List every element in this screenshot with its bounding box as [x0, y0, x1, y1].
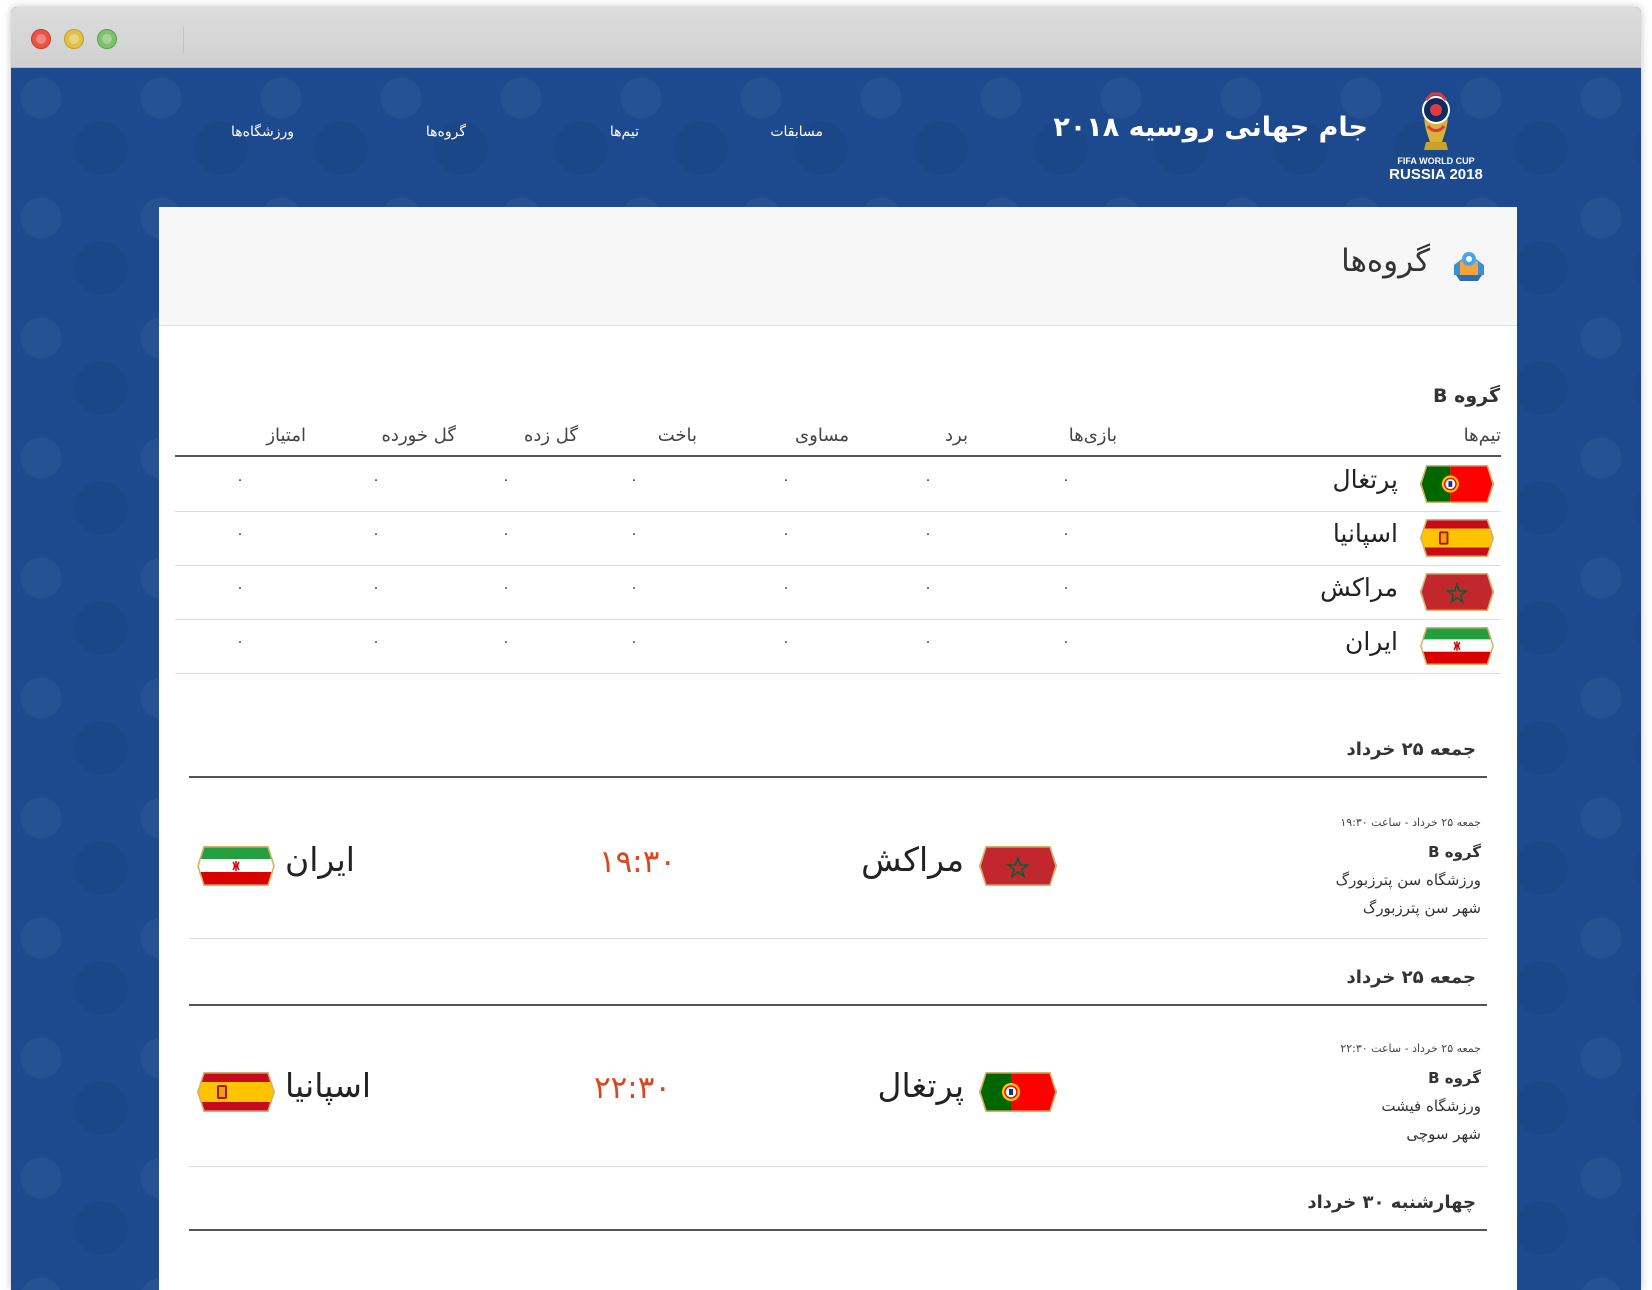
match-date: جمعه ۲۵ خرداد - ساعت ۲۲:۳۰ — [1340, 1042, 1481, 1055]
away-team-name[interactable]: ایران — [285, 840, 355, 879]
cell-goals-against: ۰ — [372, 580, 380, 596]
spain-flag-icon — [1418, 519, 1496, 557]
cell-goals-for: ۰ — [502, 580, 510, 596]
col-lost: باخت — [657, 425, 697, 446]
cell-won: ۰ — [924, 526, 932, 542]
cell-played: ۰ — [1062, 526, 1070, 542]
table-row[interactable]: پرتغال ۰ ۰ ۰ ۰ ۰ ۰ ۰ — [175, 457, 1501, 512]
table-row[interactable]: ایران ۰ ۰ ۰ ۰ ۰ ۰ ۰ — [175, 619, 1501, 674]
browser-window: FIFA WORLD CUP RUSSIA 2018 جام جهانی روس… — [11, 7, 1641, 1290]
match-card[interactable]: جمعه ۲۵ خرداد - ساعت ۲۲:۳۰ گروه B ورزشگا… — [189, 1006, 1487, 1167]
table-row[interactable]: اسپانیا ۰ ۰ ۰ ۰ ۰ ۰ ۰ — [175, 511, 1501, 566]
page-header: گروه‌ها — [159, 207, 1517, 326]
nav-stadiums[interactable]: ورزشگاه‌ها — [231, 124, 294, 140]
nav-matches[interactable]: مسابقات — [770, 124, 823, 140]
logo-text-fifa: FIFA WORLD CUP — [1397, 156, 1475, 166]
cell-played: ۰ — [1062, 580, 1070, 596]
cell-goals-for: ۰ — [502, 472, 510, 488]
match-day-title: جمعه ۲۵ خرداد — [1346, 739, 1476, 760]
away-team-name[interactable]: اسپانیا — [285, 1066, 371, 1105]
team-name: اسپانیا — [1332, 519, 1398, 548]
nav-groups[interactable]: گروه‌ها — [426, 124, 466, 140]
cell-drawn: ۰ — [782, 472, 790, 488]
cell-drawn: ۰ — [782, 580, 790, 596]
col-teams: تیم‌ها — [1463, 425, 1501, 446]
team-name: مراکش — [1320, 573, 1398, 602]
col-goals-for: گل زده — [523, 425, 578, 446]
iran-flag-icon — [197, 845, 275, 887]
match-time: ۲۲:۳۰ — [594, 1070, 672, 1106]
cell-goals-against: ۰ — [372, 634, 380, 650]
cell-drawn: ۰ — [782, 634, 790, 650]
page-title: گروه‌ها — [1341, 243, 1430, 279]
col-goals-against: گل خورده — [381, 425, 457, 446]
minimize-window-button[interactable] — [64, 29, 84, 49]
cell-goals-against: ۰ — [372, 472, 380, 488]
site-title[interactable]: جام جهانی روسیه ۲۰۱۸ — [1053, 112, 1368, 143]
standings-table-header: تیم‌ها بازی‌ها برد مساوی باخت گل زده گل … — [175, 417, 1501, 457]
match-stadium[interactable]: ورزشگاه سن پترزبورگ — [1336, 871, 1481, 889]
match-day-title: چهارشنبه ۳۰ خرداد — [1307, 1192, 1476, 1213]
cell-won: ۰ — [924, 580, 932, 596]
cell-goals-against: ۰ — [372, 526, 380, 542]
match-day-title: جمعه ۲۵ خرداد — [1346, 967, 1476, 988]
col-drawn: مساوی — [795, 425, 849, 446]
table-row[interactable]: مراکش ۰ ۰ ۰ ۰ ۰ ۰ ۰ — [175, 565, 1501, 620]
cell-won: ۰ — [924, 472, 932, 488]
match-city: شهر سوچی — [1406, 1125, 1481, 1143]
match-stadium[interactable]: ورزشگاه فیشت — [1340, 1097, 1481, 1115]
cell-points: ۰ — [236, 526, 244, 542]
cell-lost: ۰ — [630, 526, 638, 542]
world-cup-logo[interactable]: FIFA WORLD CUP RUSSIA 2018 — [1386, 86, 1486, 188]
portugal-flag-icon — [1418, 465, 1496, 503]
window-titlebar — [11, 7, 1641, 68]
match-info: جمعه ۲۵ خرداد - ساعت ۲۲:۳۰ گروه B ورزشگا… — [1340, 1042, 1481, 1143]
cell-won: ۰ — [924, 634, 932, 650]
iran-flag-icon — [1418, 627, 1496, 665]
morocco-flag-icon — [979, 845, 1057, 887]
team-name: پرتغال — [1332, 465, 1398, 494]
portugal-flag-icon — [979, 1071, 1057, 1113]
day-divider — [189, 1229, 1487, 1231]
match-info: جمعه ۲۵ خرداد - ساعت ۱۹:۳۰ گروه B ورزشگا… — [1336, 816, 1481, 917]
match-date: جمعه ۲۵ خرداد - ساعت ۱۹:۳۰ — [1340, 816, 1481, 829]
cell-points: ۰ — [236, 634, 244, 650]
match-group: گروه B — [1428, 1069, 1481, 1087]
cell-points: ۰ — [236, 472, 244, 488]
home-team-name[interactable]: مراکش — [861, 840, 964, 879]
group-title: گروه B — [1433, 385, 1500, 407]
maximize-window-button[interactable] — [97, 29, 117, 49]
logo-text-russia: RUSSIA 2018 — [1389, 166, 1483, 183]
cell-lost: ۰ — [630, 580, 638, 596]
cell-played: ۰ — [1062, 634, 1070, 650]
morocco-flag-icon — [1418, 573, 1496, 611]
col-won: برد — [945, 425, 968, 446]
match-card[interactable]: جمعه ۲۵ خرداد - ساعت ۱۹:۳۰ گروه B ورزشگا… — [189, 778, 1487, 939]
cell-drawn: ۰ — [782, 526, 790, 542]
col-points: امتیاز — [266, 425, 306, 446]
match-group: گروه B — [1428, 843, 1481, 861]
titlebar-divider — [183, 27, 184, 53]
spain-flag-icon — [197, 1071, 275, 1113]
team-name: ایران — [1344, 627, 1398, 656]
main-content: گروه‌ها گروه B تیم‌ها بازی‌ها برد مساوی … — [159, 207, 1517, 1290]
close-window-button[interactable] — [31, 29, 51, 49]
col-played: بازی‌ها — [1068, 425, 1117, 446]
match-time: ۱۹:۳۰ — [599, 844, 677, 880]
cell-lost: ۰ — [630, 634, 638, 650]
trophy-icon — [1422, 92, 1450, 150]
site-header: FIFA WORLD CUP RUSSIA 2018 جام جهانی روس… — [11, 68, 1641, 200]
cell-points: ۰ — [236, 580, 244, 596]
cell-lost: ۰ — [630, 472, 638, 488]
match-city: شهر سن پترزبورگ — [1362, 899, 1481, 917]
home-team-name[interactable]: پرتغال — [877, 1066, 964, 1105]
cell-played: ۰ — [1062, 472, 1070, 488]
groups-icon — [1448, 245, 1490, 285]
cell-goals-for: ۰ — [502, 526, 510, 542]
nav-teams[interactable]: تیم‌ها — [610, 124, 639, 140]
cell-goals-for: ۰ — [502, 634, 510, 650]
